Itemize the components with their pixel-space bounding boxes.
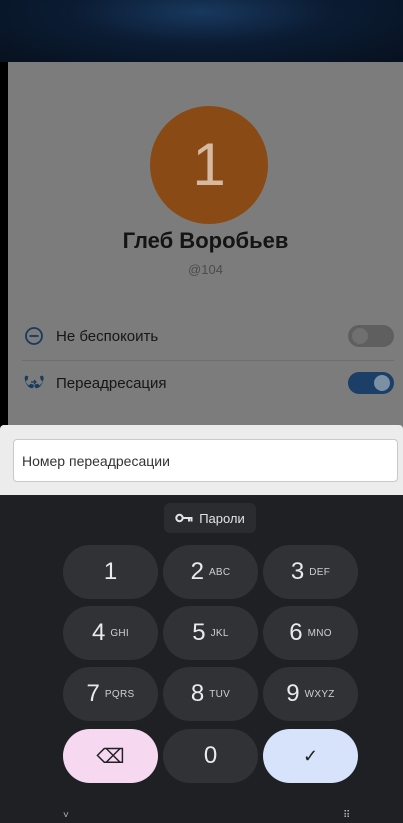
keyboard-switch-icon[interactable]: ⠿ (343, 810, 350, 821)
backspace-icon: ⌫ (96, 745, 125, 768)
key-5[interactable]: 5 JKL (163, 606, 258, 660)
key-icon (175, 511, 193, 526)
forward-number-field[interactable] (13, 439, 398, 482)
key-3[interactable]: 3 DEF (263, 545, 358, 599)
backspace-key[interactable]: ⌫ (63, 729, 158, 783)
minus-circle-icon (22, 324, 46, 348)
key-0[interactable]: 0 (163, 729, 258, 783)
done-key[interactable]: ✓ (263, 729, 358, 783)
passwords-button[interactable]: Пароли (164, 503, 256, 533)
checkmark-icon: ✓ (302, 745, 319, 766)
key-8[interactable]: 8 TUV (163, 667, 258, 721)
forward-number-sheet (0, 425, 403, 495)
divider (22, 360, 394, 361)
call-forward-icon (22, 371, 46, 395)
forward-number-input[interactable] (22, 452, 397, 469)
key-4[interactable]: 4 GHI (63, 606, 158, 660)
setting-label: Переадресация (56, 374, 167, 392)
do-not-disturb-toggle[interactable] (348, 325, 394, 347)
hide-keyboard-icon[interactable]: ˅ (63, 810, 69, 821)
contact-page-dimmed: 1 Глеб Воробьев @104 Не беспокоить Переа… (8, 62, 403, 442)
screen: 1 Глеб Воробьев @104 Не беспокоить Переа… (0, 0, 403, 823)
setting-call-forwarding[interactable]: Переадресация (22, 363, 394, 403)
key-1[interactable]: 1 (63, 545, 158, 599)
header-banner (0, 0, 403, 62)
key-6[interactable]: 6 MNO (263, 606, 358, 660)
avatar-initial: 1 (192, 131, 226, 198)
avatar: 1 (150, 106, 268, 224)
key-2[interactable]: 2 ABC (163, 545, 258, 599)
passwords-label: Пароли (199, 510, 245, 526)
contact-name: Глеб Воробьев (122, 228, 289, 253)
call-forwarding-toggle[interactable] (348, 372, 394, 394)
numeric-keyboard: Пароли 1 2 ABC 3 DEF 4 GHI 5 JKL 6 MNO 7 PQRS … (0, 495, 403, 823)
setting-label: Не беспокоить (56, 327, 159, 345)
key-9[interactable]: 9 WXYZ (263, 667, 358, 721)
key-7[interactable]: 7 PQRS (63, 667, 158, 721)
setting-do-not-disturb[interactable]: Не беспокоить (22, 316, 394, 356)
contact-handle: @104 (188, 262, 223, 277)
